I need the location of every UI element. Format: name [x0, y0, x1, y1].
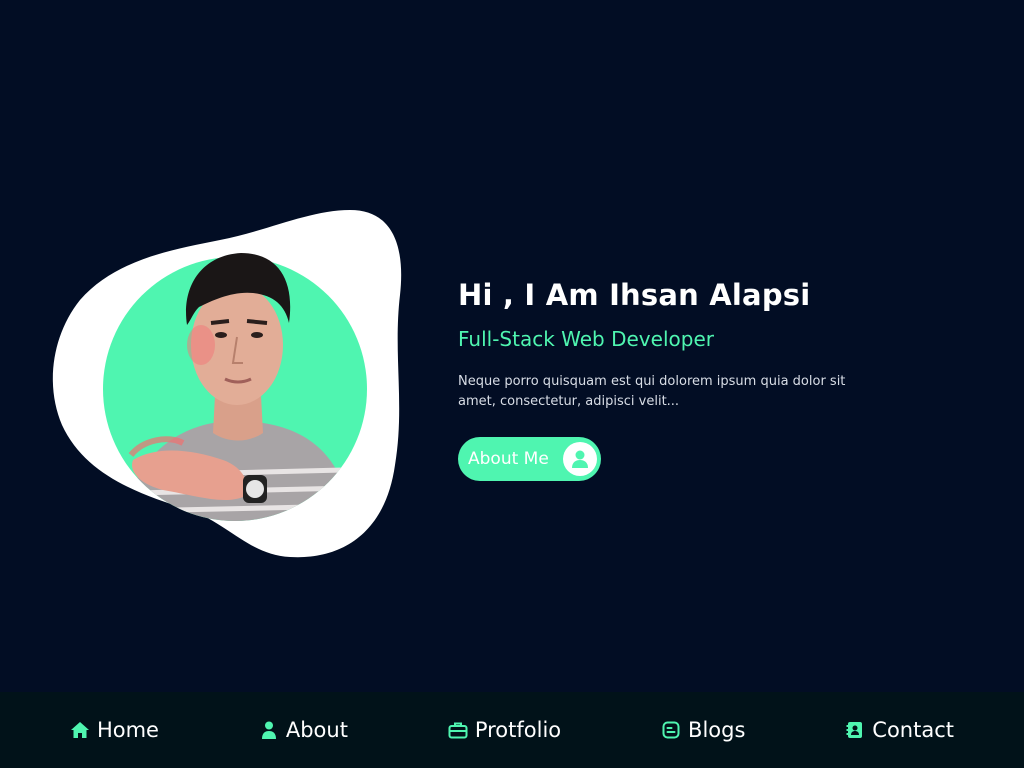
- nav-label-contact: Contact: [872, 718, 954, 742]
- blog-icon: [661, 720, 681, 740]
- home-icon: [70, 720, 90, 740]
- nav-label-home: Home: [96, 718, 159, 742]
- hero-description: Neque porro quisquam est qui dolorem ips…: [458, 374, 846, 409]
- hero-text: Hi , I Am Ihsan Alapsi Full-Stack Web De…: [458, 274, 898, 481]
- hero-title: Hi , I Am Ihsan Alapsi: [458, 278, 811, 312]
- about-me-button-label: About Me: [468, 449, 549, 469]
- contact-icon: [845, 720, 865, 740]
- nav-item-contact[interactable]: Contact: [845, 718, 954, 742]
- hero-media: [50, 205, 410, 565]
- nav-item-portfolio[interactable]: Protfolio: [448, 718, 561, 742]
- nav-item-home[interactable]: Home: [70, 718, 159, 742]
- nav-item-about[interactable]: About: [259, 718, 348, 742]
- page: Hi , I Am Ihsan Alapsi Full-Stack Web De…: [0, 0, 1024, 768]
- hero-subtitle: Full-Stack Web Developer: [458, 327, 714, 351]
- user-icon: [259, 720, 279, 740]
- nav-label-blogs: Blogs: [688, 718, 746, 742]
- profile-photo: [123, 253, 356, 521]
- nav-label-portfolio: Protfolio: [474, 718, 562, 742]
- nav-label-about: About: [285, 718, 348, 742]
- bottom-nav: Home About Protfolio Blogs Contact: [0, 692, 1024, 768]
- about-me-button[interactable]: About Me: [458, 437, 601, 481]
- user-icon: [562, 442, 597, 476]
- nav-item-blogs[interactable]: Blogs: [661, 718, 745, 742]
- briefcase-icon: [448, 720, 468, 740]
